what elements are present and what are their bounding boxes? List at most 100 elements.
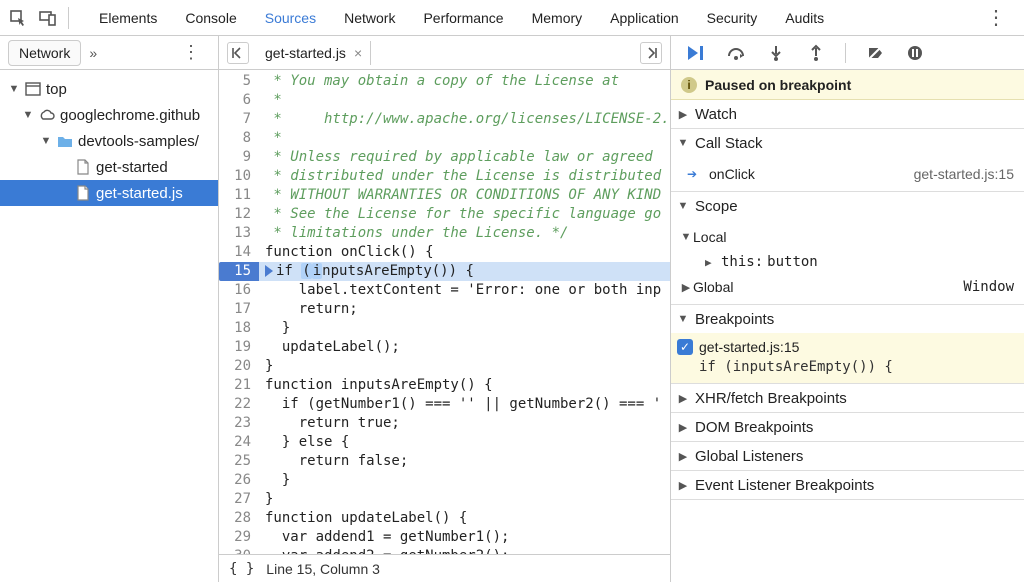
line-number[interactable]: 20: [219, 357, 259, 376]
code-line: * Unless required by applicable law or a…: [259, 148, 670, 167]
tree-item[interactable]: ▼devtools-samples/: [0, 128, 218, 154]
collapse-icon: ▶: [677, 108, 689, 121]
pretty-print-icon[interactable]: { }: [229, 561, 254, 577]
line-number[interactable]: 28: [219, 509, 259, 528]
pause-exceptions-icon[interactable]: [904, 42, 926, 64]
tree-item-label: get-started.js: [96, 185, 183, 202]
section-global-listeners: ▶ Global Listeners: [671, 442, 1024, 471]
code-line: * See the License for the specific langu…: [259, 205, 670, 224]
code-editor[interactable]: 5678910111213141516171819202122232425262…: [219, 70, 670, 554]
line-number[interactable]: 25: [219, 452, 259, 471]
navigator-menu-icon[interactable]: ⋮: [172, 42, 210, 63]
more-tabs-icon[interactable]: »: [89, 45, 97, 61]
more-menu-icon[interactable]: ⋮: [976, 5, 1016, 30]
tab-elements[interactable]: Elements: [97, 2, 159, 34]
line-number[interactable]: 12: [219, 205, 259, 224]
code-line: var addend1 = getNumber1();: [259, 528, 670, 547]
line-gutter[interactable]: 5678910111213141516171819202122232425262…: [219, 70, 259, 554]
line-number[interactable]: 17: [219, 300, 259, 319]
step-out-icon[interactable]: [805, 42, 827, 64]
step-into-icon[interactable]: [765, 42, 787, 64]
line-number[interactable]: 22: [219, 395, 259, 414]
line-number[interactable]: 10: [219, 167, 259, 186]
tab-application[interactable]: Application: [608, 2, 681, 34]
tree-item[interactable]: get-started: [0, 154, 218, 180]
line-number[interactable]: 14: [219, 243, 259, 262]
section-watch-header[interactable]: ▶ Watch: [671, 100, 1024, 128]
line-number[interactable]: 5: [219, 72, 259, 91]
code-line: * You may obtain a copy of the License a…: [259, 72, 670, 91]
expand-icon: ▼: [677, 313, 689, 325]
line-number[interactable]: 9: [219, 148, 259, 167]
tree-item[interactable]: get-started.js: [0, 180, 218, 206]
resume-icon[interactable]: [685, 42, 707, 64]
code-line: if (inputsAreEmpty()) {: [259, 262, 670, 281]
code-line: * WITHOUT WARRANTIES OR CONDITIONS OF AN…: [259, 186, 670, 205]
collapse-icon: ▶: [705, 256, 717, 269]
collapse-icon: ▶: [677, 479, 689, 492]
line-number[interactable]: 30: [219, 547, 259, 554]
deactivate-breakpoints-icon[interactable]: [864, 42, 886, 64]
device-toggle-icon[interactable]: [38, 8, 58, 28]
tree-item[interactable]: ▼googlechrome.github: [0, 102, 218, 128]
tab-network[interactable]: Network: [342, 2, 397, 34]
section-global-listeners-header[interactable]: ▶ Global Listeners: [671, 442, 1024, 470]
code-line: }: [259, 319, 670, 338]
checkbox-icon[interactable]: ✓: [677, 339, 693, 355]
editor-tab[interactable]: get-started.js ×: [257, 41, 371, 65]
nav-back-icon[interactable]: [227, 42, 249, 64]
cloud-icon: [38, 108, 56, 122]
execution-marker-icon: [265, 265, 273, 277]
section-event-listeners-header[interactable]: ▶ Event Listener Breakpoints: [671, 471, 1024, 499]
section-dom-header[interactable]: ▶ DOM Breakpoints: [671, 413, 1024, 441]
line-number[interactable]: 18: [219, 319, 259, 338]
expand-icon: ▼: [679, 231, 693, 243]
code-content[interactable]: * You may obtain a copy of the License a…: [259, 70, 670, 554]
line-number[interactable]: 21: [219, 376, 259, 395]
code-line: * limitations under the License. */: [259, 224, 670, 243]
scope-global[interactable]: ▶ Global Window: [679, 274, 1024, 300]
tab-audits[interactable]: Audits: [783, 2, 826, 34]
line-number[interactable]: 11: [219, 186, 259, 205]
frame-location: get-started.js:15: [914, 166, 1014, 182]
callstack-frame[interactable]: ➔onClickget-started.js:15: [687, 161, 1024, 187]
line-number[interactable]: 6: [219, 91, 259, 110]
inspect-icon[interactable]: [8, 8, 28, 28]
scope-variable[interactable]: ▶this: button: [679, 250, 1024, 274]
line-number[interactable]: 16: [219, 281, 259, 300]
line-number[interactable]: 29: [219, 528, 259, 547]
line-number[interactable]: 19: [219, 338, 259, 357]
tab-console[interactable]: Console: [183, 2, 238, 34]
section-scope-header[interactable]: ▼ Scope: [671, 192, 1024, 220]
tree-item[interactable]: ▼top: [0, 76, 218, 102]
line-number[interactable]: 27: [219, 490, 259, 509]
line-number[interactable]: 7: [219, 110, 259, 129]
line-number[interactable]: 26: [219, 471, 259, 490]
file-icon: [74, 159, 92, 175]
line-number[interactable]: 13: [219, 224, 259, 243]
nav-forward-icon[interactable]: [640, 42, 662, 64]
file-tree: ▼top▼googlechrome.github▼devtools-sample…: [0, 70, 218, 206]
line-number[interactable]: 24: [219, 433, 259, 452]
scope-local[interactable]: ▼ Local: [679, 224, 1024, 250]
line-number[interactable]: 23: [219, 414, 259, 433]
tab-memory[interactable]: Memory: [530, 2, 585, 34]
section-xhr-header[interactable]: ▶ XHR/fetch Breakpoints: [671, 384, 1024, 412]
tab-security[interactable]: Security: [705, 2, 760, 34]
close-tab-icon[interactable]: ×: [354, 45, 362, 61]
section-breakpoints-header[interactable]: ▼ Breakpoints: [671, 305, 1024, 333]
section-callstack-header[interactable]: ▼ Call Stack: [671, 129, 1024, 157]
var-value: button: [767, 254, 818, 270]
info-icon: i: [681, 77, 697, 93]
twisty-icon: ▼: [8, 83, 20, 95]
code-line: }: [259, 490, 670, 509]
navigator-tab-network[interactable]: Network: [8, 40, 81, 66]
line-number[interactable]: 15: [219, 262, 259, 281]
step-over-icon[interactable]: [725, 42, 747, 64]
tab-sources[interactable]: Sources: [263, 2, 318, 34]
panel-tabs: Elements Console Sources Network Performance…: [97, 2, 966, 34]
breakpoint-item[interactable]: ✓get-started.js:15if (inputsAreEmpty()) …: [671, 333, 1024, 383]
tab-performance[interactable]: Performance: [421, 2, 505, 34]
breakpoint-snippet: if (inputsAreEmpty()) {: [699, 359, 1014, 375]
line-number[interactable]: 8: [219, 129, 259, 148]
